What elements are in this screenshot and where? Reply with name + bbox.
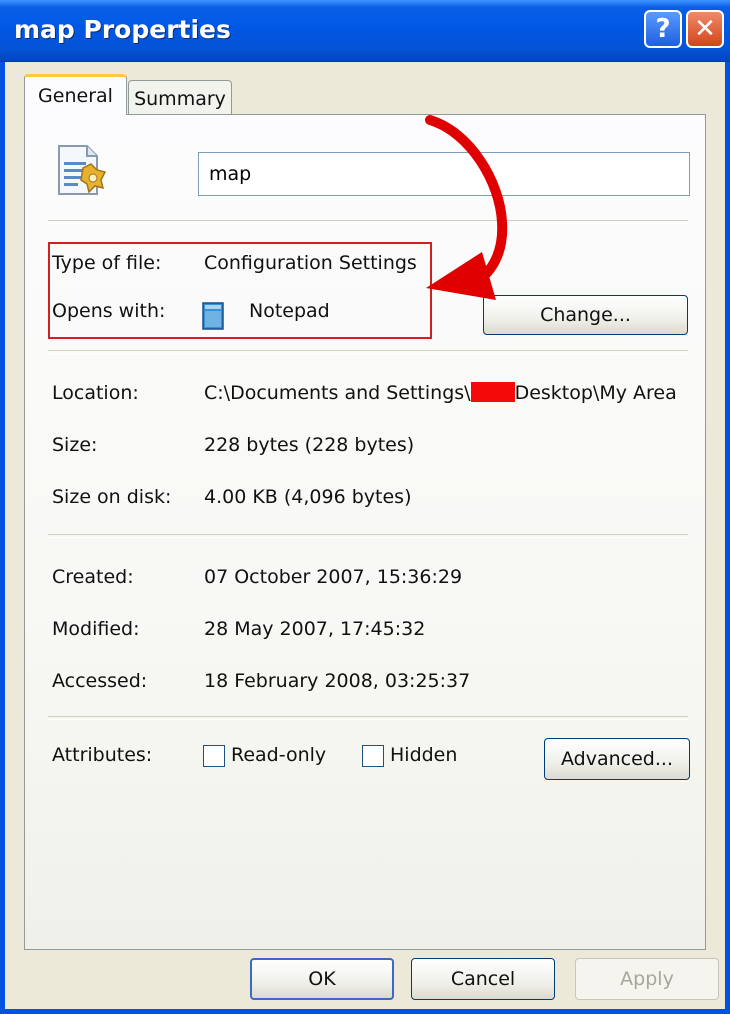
location-prefix: C:\Documents and Settings\ [204, 382, 471, 404]
separator [48, 716, 688, 720]
location-label: Location: [52, 382, 139, 404]
separator [48, 350, 688, 354]
type-of-file-label: Type of file: [52, 252, 162, 274]
apply-button[interactable]: Apply [575, 958, 719, 1000]
attributes-label: Attributes: [52, 744, 153, 766]
accessed-label: Accessed: [52, 670, 148, 692]
size-value: 228 bytes (228 bytes) [204, 434, 415, 456]
modified-label: Modified: [52, 618, 140, 640]
config-file-icon [58, 145, 107, 195]
cancel-button[interactable]: Cancel [411, 958, 555, 1000]
ok-button-label: OK [308, 968, 336, 990]
opens-with-label: Opens with: [52, 300, 166, 322]
hidden-checkbox[interactable] [362, 745, 384, 767]
size-on-disk-label: Size on disk: [52, 486, 172, 508]
redaction-mark [470, 382, 515, 402]
location-suffix: Desktop\My Area [514, 382, 677, 404]
cancel-button-label: Cancel [450, 968, 516, 990]
advanced-button[interactable]: Advanced... [544, 738, 690, 780]
hidden-label[interactable]: Hidden [390, 744, 457, 766]
change-button-label: Change... [540, 304, 631, 326]
created-value: 07 October 2007, 15:36:29 [204, 566, 463, 588]
size-label: Size: [52, 434, 98, 456]
readonly-checkbox[interactable] [203, 745, 225, 767]
created-label: Created: [52, 566, 134, 588]
opens-with-value: Notepad [249, 300, 330, 322]
red-arrow-annotation [425, 115, 508, 300]
ok-button[interactable]: OK [250, 958, 394, 1000]
notepad-icon [202, 302, 224, 330]
type-of-file-value: Configuration Settings [204, 252, 417, 274]
separator [48, 220, 688, 224]
readonly-label[interactable]: Read-only [231, 744, 326, 766]
size-on-disk-value: 4.00 KB (4,096 bytes) [204, 486, 412, 508]
location-value: C:\Documents and Settings\ Desktop\My Are… [204, 382, 688, 404]
advanced-button-label: Advanced... [561, 748, 673, 770]
separator [48, 534, 688, 538]
modified-value: 28 May 2007, 17:45:32 [204, 618, 426, 640]
apply-button-label: Apply [620, 968, 674, 990]
accessed-value: 18 February 2008, 03:25:37 [204, 670, 471, 692]
